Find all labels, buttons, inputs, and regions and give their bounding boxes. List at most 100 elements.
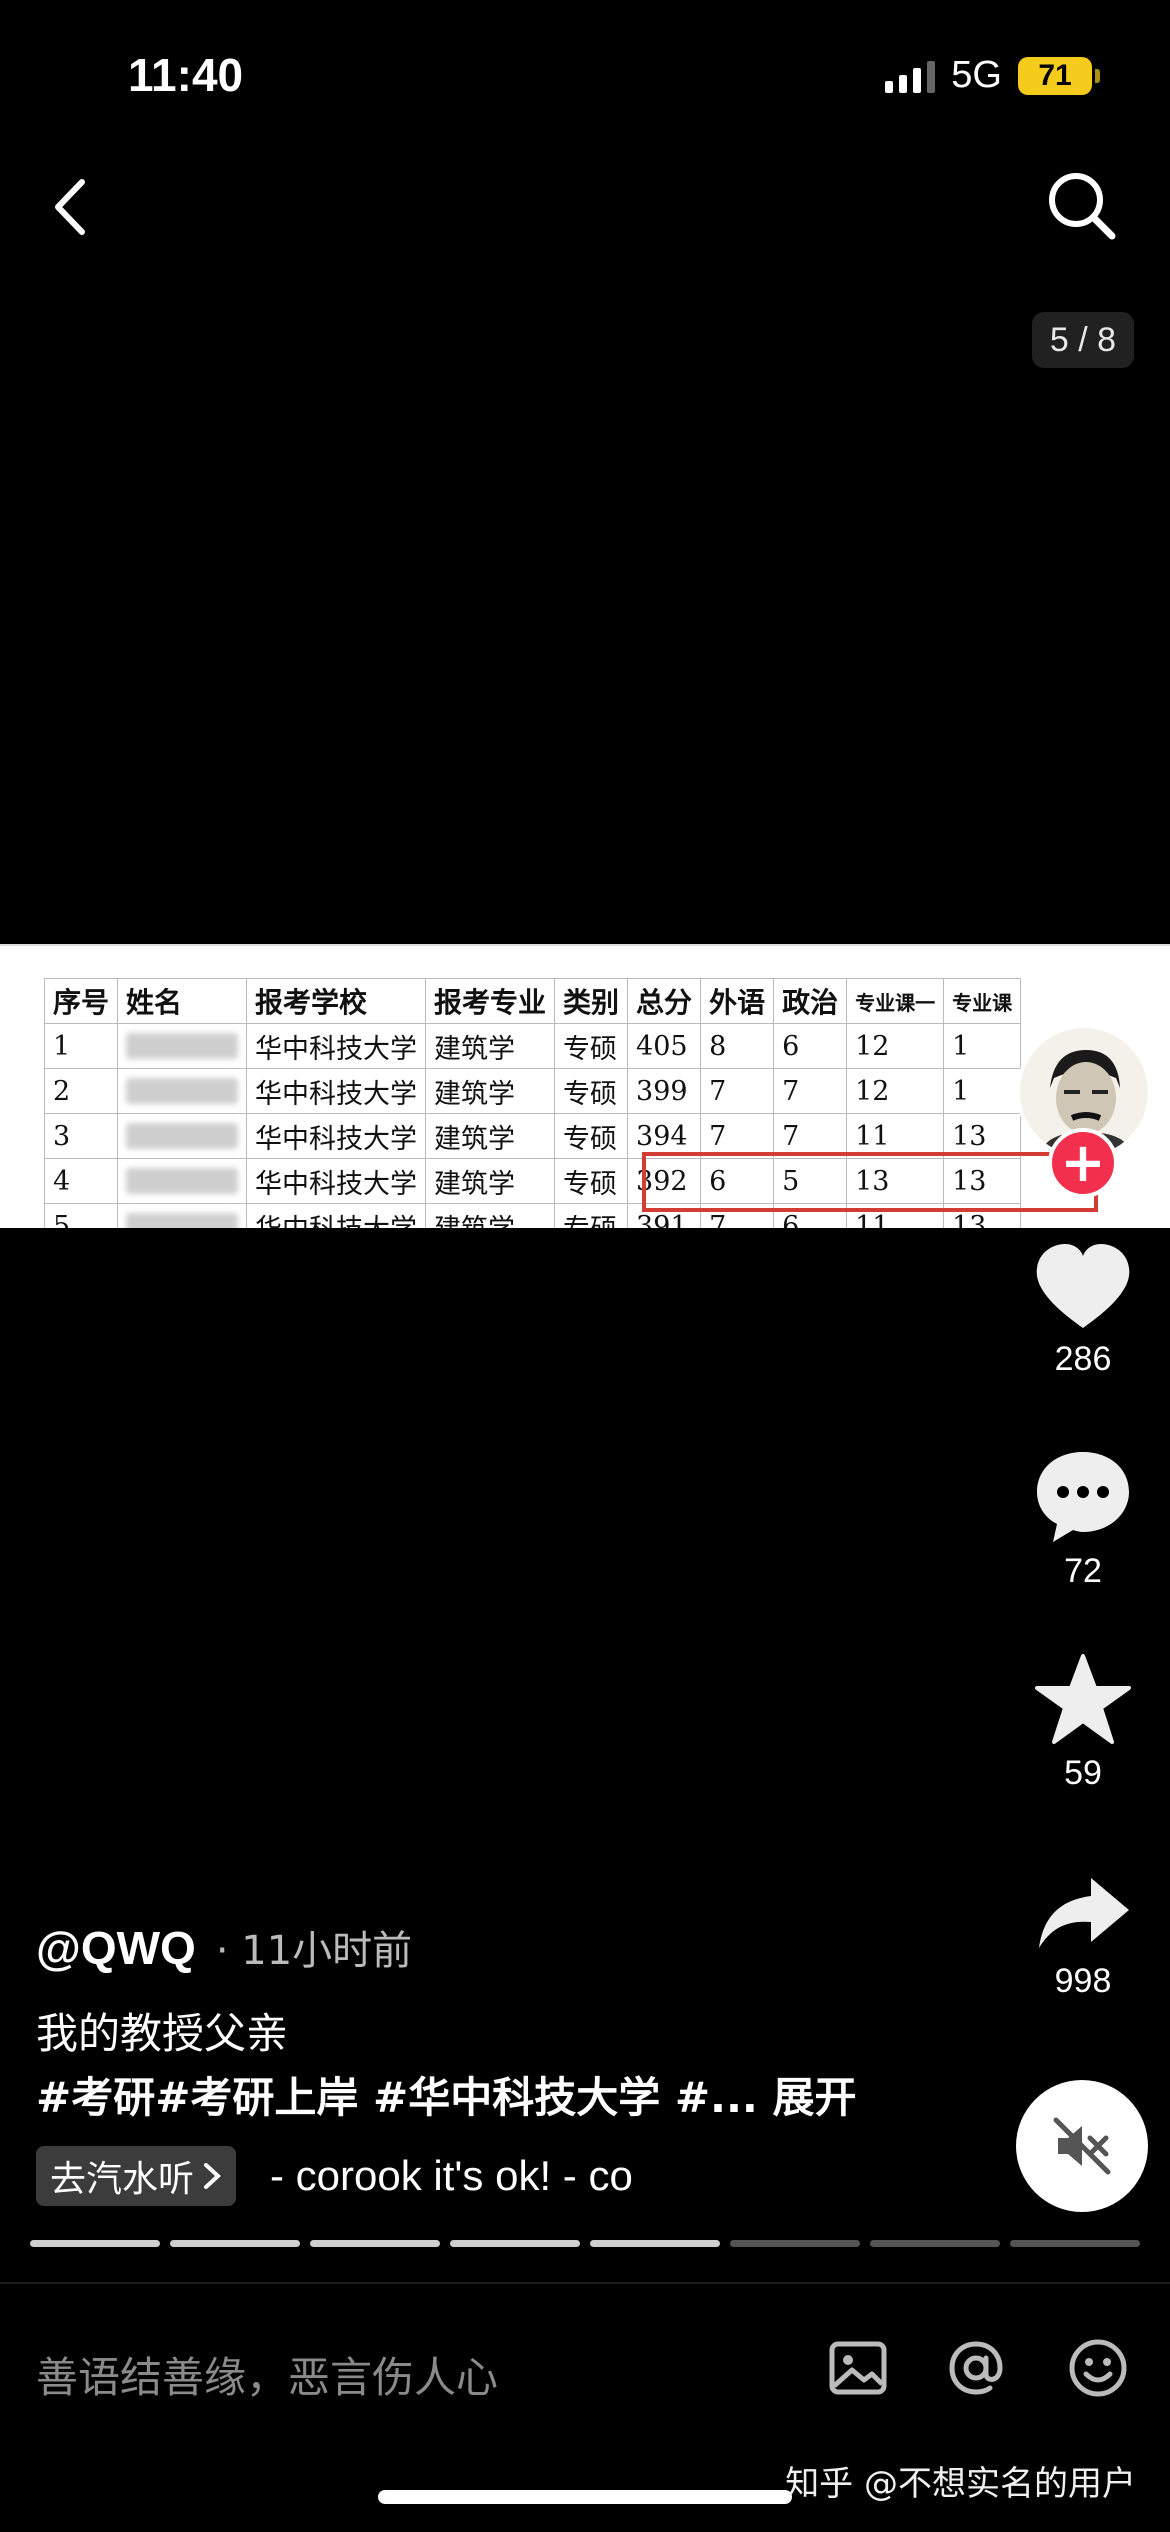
mute-button[interactable] [1016, 2080, 1148, 2212]
music-row: 去汽水听 - corook it's ok! - co [36, 2146, 633, 2206]
progress-segment [310, 2240, 440, 2247]
back-button[interactable] [44, 172, 104, 242]
at-mention-icon[interactable] [944, 2336, 1008, 2400]
table-header: 姓名 [117, 978, 248, 1024]
table-cell: 专硕 [554, 1113, 629, 1159]
table-row: 2 华中科技大学 建筑学 专硕 399 7 7 12 1 [43, 1068, 1022, 1114]
comment-button[interactable]: 72 [1018, 1448, 1148, 1591]
music-title[interactable]: - corook it's ok! - co [270, 2152, 633, 2200]
zhihu-watermark: 知乎 @不想实名的用户 [785, 2464, 1136, 2504]
table-cell: 华中科技大学 [246, 1068, 427, 1114]
battery-icon: 71 [1018, 56, 1100, 95]
search-icon [1049, 173, 1116, 240]
progress-segment [730, 2240, 860, 2247]
table-header: 序号 [43, 978, 119, 1024]
table-header: 专业课 [943, 978, 1022, 1024]
post-image[interactable]: 序号 姓名 报考学校 报考专业 类别 总分 外语 政治 专业课一 专业课 1 华中… [0, 944, 1170, 1228]
like-button[interactable]: 286 [1018, 1242, 1148, 1379]
table-cell: 399 [627, 1068, 702, 1114]
status-time: 11:40 [128, 49, 244, 101]
table-cell: 建筑学 [425, 1023, 556, 1069]
highlight-box [642, 1152, 1098, 1212]
home-indicator[interactable] [378, 2490, 792, 2504]
table-cell: 1 [43, 1023, 119, 1069]
table-header-row: 序号 姓名 报考学校 报考专业 类别 总分 外语 政治 专业课一 专业课 [43, 978, 1022, 1024]
author-name[interactable]: @QWQ [36, 1921, 196, 1975]
table-cell: 12 [846, 1068, 945, 1114]
name-cell-redacted [117, 1023, 248, 1069]
table-header: 专业课一 [846, 978, 945, 1024]
progress-segment [870, 2240, 1000, 2247]
table-cell: 1 [943, 1068, 1022, 1114]
table-cell: 2 [43, 1068, 119, 1114]
share-count: 998 [1054, 1962, 1112, 2000]
table-header: 政治 [773, 978, 848, 1024]
progress-segment [590, 2240, 720, 2247]
comment-bubble-icon [1037, 1452, 1129, 1542]
table-cell: 12 [846, 1023, 945, 1069]
table-cell: 华中科技大学 [246, 1023, 427, 1069]
like-count: 286 [1054, 1340, 1112, 1378]
progress-segment [170, 2240, 300, 2247]
name-cell-redacted [117, 1113, 248, 1159]
progress-segment [1010, 2240, 1140, 2247]
table-cell: 华中科技大学 [246, 1113, 427, 1159]
favorite-count: 59 [1064, 1754, 1102, 1792]
table-header: 类别 [554, 978, 629, 1024]
status-indicators: 5G 71 [885, 54, 1100, 97]
image-icon[interactable] [826, 2336, 890, 2400]
table-cell: 8 [700, 1023, 775, 1069]
chevron-left-icon [55, 179, 85, 235]
comment-bar: 善语结善缘，恶言伤人心 [0, 2282, 1170, 2452]
table-cell: 专硕 [554, 1158, 629, 1204]
name-cell-redacted [117, 1203, 248, 1228]
speaker-muted-icon [1053, 2117, 1111, 2175]
table-header: 报考学校 [246, 978, 427, 1024]
favorite-button[interactable]: 59 [1018, 1654, 1148, 1793]
table-cell: 6 [773, 1023, 848, 1069]
music-app-chip[interactable]: 去汽水听 [36, 2146, 237, 2206]
table-row: 1 华中科技大学 建筑学 专硕 405 8 6 12 1 [43, 1023, 1022, 1069]
table-cell: 建筑学 [425, 1158, 556, 1204]
share-arrow-icon [1039, 1878, 1129, 1948]
music-chip-label: 去汽水听 [50, 2159, 195, 2200]
post-time: · 11小时前 [215, 1928, 413, 1974]
table-cell: 专硕 [554, 1068, 629, 1114]
author-line: @QWQ · 11小时前 [36, 1918, 412, 1976]
star-icon [1035, 1654, 1131, 1744]
chevron-right-icon [204, 2163, 221, 2189]
table-cell: 建筑学 [425, 1113, 556, 1159]
table-cell: 4 [43, 1158, 119, 1204]
table-cell: 1 [943, 1023, 1022, 1069]
table-header: 外语 [700, 978, 775, 1024]
search-button[interactable] [1044, 168, 1120, 244]
progress-segment [30, 2240, 160, 2247]
progress-segment [450, 2240, 580, 2247]
table-cell: 5 [43, 1203, 119, 1228]
table-cell: 建筑学 [425, 1068, 556, 1114]
table-cell: 专硕 [554, 1203, 629, 1228]
comment-input[interactable]: 善语结善缘，恶言伤人心 [36, 2344, 498, 2405]
heart-icon [1036, 1244, 1130, 1328]
table-cell: 专硕 [554, 1023, 629, 1069]
table-cell: 华中科技大学 [246, 1203, 427, 1228]
table-cell: 华中科技大学 [246, 1158, 427, 1204]
battery-level: 71 [1018, 56, 1092, 95]
emoji-icon[interactable] [1066, 2336, 1130, 2400]
name-cell-redacted [117, 1158, 248, 1204]
table-cell: 405 [627, 1023, 702, 1069]
image-page-counter: 5 / 8 [1032, 312, 1134, 368]
post-tags[interactable]: #考研#考研上岸 #华中科技大学 #... 展开 [36, 2064, 857, 2125]
table-cell: 建筑学 [425, 1203, 556, 1228]
comment-count: 72 [1064, 1552, 1102, 1590]
image-progress [30, 2240, 1140, 2247]
name-cell-redacted [117, 1068, 248, 1114]
table-cell: 7 [773, 1068, 848, 1114]
cellular-signal-icon [885, 59, 936, 93]
table-cell: 3 [43, 1113, 119, 1159]
table-cell: 7 [700, 1068, 775, 1114]
table-header: 报考专业 [425, 978, 556, 1024]
follow-button[interactable]: + [1048, 1128, 1118, 1198]
share-button[interactable]: 998 [1018, 1874, 1148, 2001]
post-caption: 我的教授父亲 [36, 2009, 289, 2058]
